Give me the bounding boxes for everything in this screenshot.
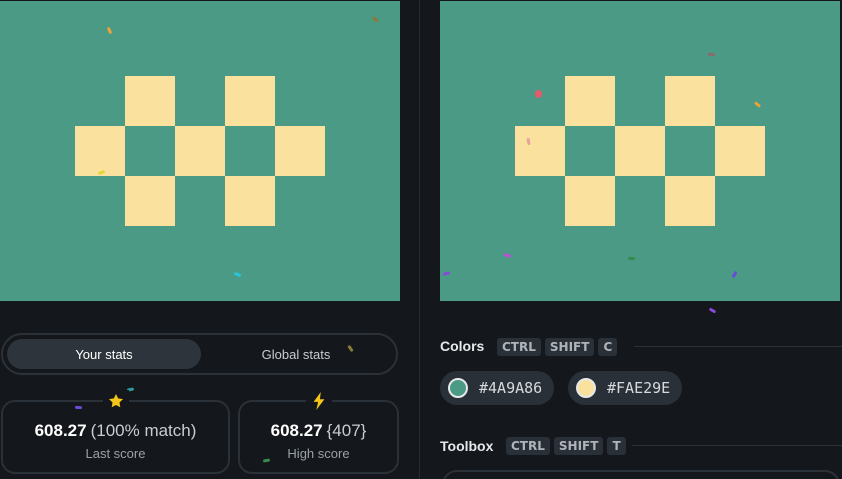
tile bbox=[175, 126, 225, 176]
high-score: 608.27 {407} bbox=[240, 421, 397, 441]
confetti bbox=[233, 271, 242, 278]
colors-title: Colors bbox=[440, 338, 485, 354]
confetti bbox=[753, 101, 762, 108]
tile bbox=[275, 126, 325, 176]
tile bbox=[615, 126, 665, 176]
tile bbox=[665, 76, 715, 126]
confetti bbox=[707, 52, 716, 57]
color-hex: #4A9A86 bbox=[479, 379, 543, 397]
last-score: 608.27 (100% match) bbox=[3, 421, 228, 441]
tile bbox=[665, 176, 715, 226]
confetti bbox=[535, 90, 542, 98]
kbd-key: CTRL bbox=[506, 437, 550, 455]
last-score-value: 608.27 bbox=[34, 421, 87, 440]
tile bbox=[125, 76, 175, 126]
kbd-key: SHIFT bbox=[544, 338, 595, 356]
confetti bbox=[627, 256, 636, 261]
tile bbox=[515, 126, 565, 176]
color-dot bbox=[576, 378, 596, 398]
star-icon bbox=[102, 390, 129, 412]
confetti bbox=[708, 307, 717, 314]
kbd-key: CTRL bbox=[497, 338, 541, 356]
panel-divider bbox=[419, 0, 420, 479]
section-rule bbox=[634, 346, 842, 347]
toolbox-panel bbox=[442, 470, 840, 479]
confetti bbox=[442, 271, 451, 276]
toolbox-shortcut: CTRL SHIFT T bbox=[506, 437, 626, 455]
tile bbox=[225, 176, 275, 226]
target-canvas bbox=[0, 1, 400, 301]
color-hex: #FAE29E bbox=[607, 379, 671, 397]
high-score-label: High score bbox=[287, 446, 350, 461]
lightning-icon bbox=[305, 390, 332, 412]
high-score-detail: {407} bbox=[326, 421, 367, 440]
high-score-value: 608.27 bbox=[270, 421, 323, 440]
kbd-key: C bbox=[598, 338, 618, 356]
tile bbox=[565, 176, 615, 226]
tile bbox=[715, 126, 765, 176]
tile bbox=[565, 76, 615, 126]
color-swatch-2[interactable]: #FAE29E bbox=[568, 371, 683, 405]
colors-shortcut: CTRL SHIFT C bbox=[497, 338, 618, 356]
tab-global-stats[interactable]: Global stats bbox=[199, 339, 393, 369]
confetti bbox=[503, 252, 512, 259]
high-score-card: 608.27 {407} High score bbox=[238, 390, 399, 474]
last-score-match: (100% match) bbox=[90, 421, 197, 440]
last-score-label: Last score bbox=[85, 446, 146, 461]
color-swatch-1[interactable]: #4A9A86 bbox=[440, 371, 555, 405]
tab-your-stats[interactable]: Your stats bbox=[7, 339, 201, 369]
tile bbox=[225, 76, 275, 126]
kbd-key: SHIFT bbox=[553, 437, 604, 455]
stats-tabs: Your stats Global stats bbox=[1, 333, 398, 375]
section-rule bbox=[632, 445, 842, 446]
toolbox-title: Toolbox bbox=[440, 438, 494, 454]
kbd-key: T bbox=[607, 437, 626, 455]
confetti bbox=[106, 26, 113, 35]
confetti bbox=[371, 16, 380, 23]
tile bbox=[125, 176, 175, 226]
color-dot bbox=[448, 378, 468, 398]
confetti bbox=[731, 270, 738, 279]
tile bbox=[75, 126, 125, 176]
player-canvas[interactable] bbox=[440, 1, 840, 301]
last-score-card: 608.27 (100% match) Last score bbox=[1, 390, 230, 474]
